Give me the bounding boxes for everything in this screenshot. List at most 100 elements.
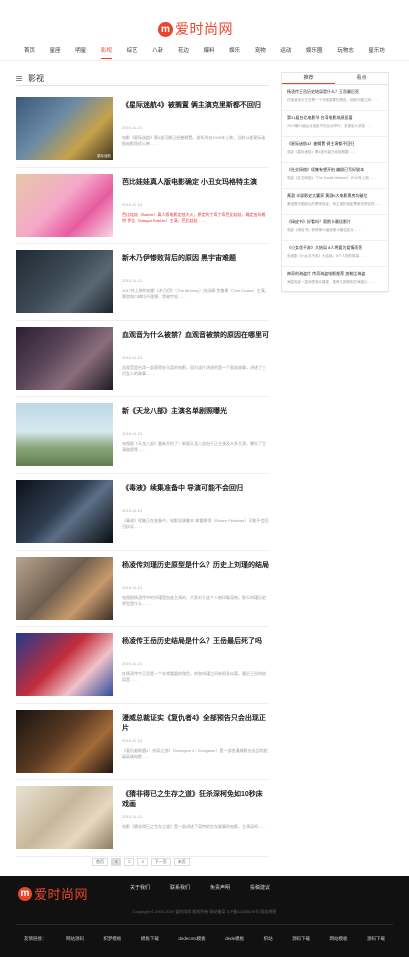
pagination-next[interactable]: 下一页 <box>150 858 171 866</box>
friend-link[interactable]: dedecms模板 <box>178 936 205 942</box>
nav-item[interactable]: 明星 <box>75 44 86 58</box>
friend-link[interactable]: dede模板 <box>225 936 244 942</box>
article-date: 2019-11-21 <box>122 201 143 207</box>
article-title[interactable]: 《星际迷航4》被搁置 俩主演克里斯都不回归 <box>122 101 269 121</box>
nav-item[interactable]: 花边 <box>178 44 189 58</box>
sidebar-item-title[interactable]: 《星际迷航4》被搁置 俩主演都不回归 <box>287 141 383 147</box>
friend-link[interactable]: 源码下载 <box>292 936 310 942</box>
article-title[interactable]: 新木乃伊惨败背后的原因 黑宇宙难题 <box>122 254 269 274</box>
article-thumbnail[interactable]: 星际迷航 <box>16 97 113 160</box>
article-item[interactable]: 新《天龙八部》主演名单剧照曝光 2019-11-21 电视剧《天龙八部》重新开拍了！… <box>16 397 269 474</box>
logo-mark-icon: m <box>158 21 173 37</box>
article-title[interactable]: 芭比娃娃真人版电影确定 小丑女玛格特主演 <box>122 178 269 198</box>
footer-link-contact[interactable]: 联系我们 <box>170 884 190 891</box>
article-thumbnail[interactable] <box>16 326 113 390</box>
sidebar-item-title[interactable]: 黄渤 半部影史大赢家 黄渤6大电影票房均破亿 <box>287 193 383 199</box>
pagination-page-3[interactable]: 3 <box>137 858 148 866</box>
article-item[interactable]: 漫威总裁证实《复仇者4》全部预告只会出现正片 2019-11-21 《复仇者联盟4：… <box>16 704 269 781</box>
nav-item[interactable]: 爆料 <box>203 44 214 58</box>
article-title[interactable]: 杨凌传刘瑾历史原型是什么？历史上刘瑾的结局 <box>122 561 269 581</box>
article-title[interactable]: 《毒液》续集准备中 导演可能不会回归 <box>122 484 269 504</box>
friend-link[interactable]: 模板下载 <box>141 936 159 942</box>
sidebar-item[interactable]: 《星际迷航4》被搁置 俩主演都不回归 电影《星际迷航》第4部可能已经被搁置…… <box>282 137 388 163</box>
article-thumbnail[interactable] <box>16 403 113 467</box>
sidebar-item-title[interactable]: 《小女花不弃》大结局 8人将要为爱情而死 <box>287 245 383 251</box>
article-thumbnail[interactable] <box>16 250 113 314</box>
sidebar-item-title[interactable]: 第21届台北电影节 台湾电影成绩显著 <box>287 115 383 121</box>
footer-link-about[interactable]: 关于我们 <box>130 884 150 891</box>
nav-item[interactable]: 影视 <box>100 44 112 59</box>
tab-highlights[interactable]: 看点 <box>335 73 388 84</box>
article-summary: 《毒液》续集正在准备中，电影导演鲁本·弗雷斯彻（Ruben Fleischer）… <box>122 517 269 529</box>
article-thumbnail[interactable] <box>16 479 113 543</box>
nav-item[interactable]: 娱乐圈 <box>306 44 323 58</box>
sidebar-item-title[interactable]: 《绿皮书》好看吗？奥斯卡最佳影片 <box>287 219 383 225</box>
footer-logo[interactable]: m 爱时尚网 <box>18 884 88 903</box>
nav-item[interactable]: 综艺 <box>127 44 138 58</box>
nav-item[interactable]: 星乐坊 <box>368 44 385 58</box>
article-item[interactable]: 芭比娃娃真人版电影确定 小丑女玛格特主演 2019-11-21 芭比娃娃（Barbi… <box>16 168 269 245</box>
article-title[interactable]: 杨凌传王岳历史结局是什么？王岳最后死了吗 <box>122 637 269 657</box>
site-logo[interactable]: m 爱时尚网 <box>158 19 233 39</box>
article-thumbnail[interactable] <box>16 173 113 237</box>
article-title[interactable]: 漫威总裁证实《复仇者4》全部预告只会出现正片 <box>122 714 269 734</box>
friend-link[interactable]: 织梦模板 <box>103 936 121 942</box>
article-date: 2019-11-21 <box>122 507 143 513</box>
nav-item[interactable]: 星座 <box>50 44 61 58</box>
sidebar-item-title[interactable]: 杨凌传王岳历史结局是什么？王岳最后死 <box>287 89 383 95</box>
sidebar-item-title[interactable]: 《社交网络》续集有望开拍 编剧已写好剧本 <box>287 167 383 173</box>
sidebar-item-title[interactable]: 神奇的海盗片 传奇海盗电影推荐 加勒比海盗 <box>287 271 383 277</box>
article-summary: 在杨凌传中王岳是一个非常重要的角色，他和刘瑾之间有很多纠葛，最后王岳的结局是…… <box>122 671 266 683</box>
sidebar-item-summary: 电视剧《小女花不弃》大结局，8个人物的故事…… <box>287 254 366 258</box>
section-title: 影视 <box>28 74 44 83</box>
sidebar-item[interactable]: 杨凌传王岳历史结局是什么？王岳最后死 在杨凌传中王岳是一个非常重要的角色，他和刘瑾… <box>282 85 388 111</box>
sidebar-item[interactable]: 神奇的海盗片 传奇海盗电影推荐 加勒比海盗 海盗电影一直深受观众喜爱，推荐几部精彩… <box>282 267 388 293</box>
pagination-page-2[interactable]: 2 <box>124 858 135 866</box>
friend-link[interactable]: 网站模板 <box>330 936 348 942</box>
article-item[interactable]: 星际迷航 《星际迷航4》被搁置 俩主演克里斯都不回归 2019-11-21 电影《星际… <box>16 91 269 168</box>
sidebar-item-summary: 电影《星际迷航》第4部可能已经被搁置…… <box>287 150 356 154</box>
pagination: 首页 1 2 3 下一页 末页 <box>92 858 190 866</box>
article-item[interactable]: 《毒液》续集准备中 导演可能不会回归 2019-11-21 《毒液》续集正在准备中，… <box>16 474 269 551</box>
nav-item[interactable]: 娱乐 <box>229 44 240 58</box>
pagination-page-1[interactable]: 1 <box>111 858 122 866</box>
article-thumbnail[interactable] <box>16 633 113 697</box>
nav-item[interactable]: 运动 <box>280 44 291 58</box>
sidebar-item[interactable]: 《社交网络》续集有望开拍 编剧已写好剧本 电影《社交网络》（The Social … <box>282 163 388 189</box>
article-summary: 电视剧《天龙八部》重新开拍了！新版天龙八部由于正主演及众多主演，曝光了主演剧照等… <box>122 441 266 453</box>
article-item[interactable]: 新木乃伊惨败背后的原因 黑宇宙难题 2019-11-21 2017年上映的电影《木乃… <box>16 244 269 321</box>
article-date: 2019-11-21 <box>122 661 143 667</box>
article-title[interactable]: 《猜非得已之生存之道》狂杀深柯免如10秒床戏画 <box>122 790 269 810</box>
sidebar-item[interactable]: 《绿皮书》好看吗？奥斯卡最佳影片 电影《绿皮书》获得第91届奥斯卡最佳影片…… <box>282 215 388 241</box>
article-item[interactable]: 血观音为什么被禁？血观音被禁的原因在哪里可 2019-11-21 血观音是台湾一部获… <box>16 321 269 398</box>
friend-links: 友情链接： 网站源码 织梦模板 模板下载 dedecms模板 dede模板 织站 源码下载 网… <box>24 936 385 942</box>
article-title[interactable]: 新《天龙八部》主演名单剧照曝光 <box>122 407 269 427</box>
article-meta: 血观音为什么被禁？血观音被禁的原因在哪里可 2019-11-21 血观音是台湾一部获… <box>122 327 269 397</box>
article-title[interactable]: 血观音为什么被禁？血观音被禁的原因在哪里可 <box>122 331 269 351</box>
sidebar-item[interactable]: 《小女花不弃》大结局 8人将要为爱情而死 电视剧《小女花不弃》大结局，8个人物的故… <box>282 241 388 267</box>
friend-links-label: 友情链接： <box>24 936 47 941</box>
nav-item[interactable]: 宠物 <box>255 44 266 58</box>
sidebar-item[interactable]: 黄渤 半部影史大赢家 黄渤6大电影票房均破亿 黄渤是中国影坛的票房保证，他主演的电… <box>282 189 388 215</box>
article-thumbnail[interactable] <box>16 556 113 620</box>
logo-text: 爱时尚网 <box>175 22 233 38</box>
sidebar-list: 杨凌传王岳历史结局是什么？王岳最后死 在杨凌传中王岳是一个非常重要的角色，他和刘瑾… <box>282 85 388 293</box>
article-thumbnail[interactable] <box>16 709 113 773</box>
article-item[interactable]: 《猜非得已之生存之道》狂杀深柯免如10秒床戏画 2019-11-21 电影《猜非得已… <box>16 780 269 857</box>
footer-link-disclaimer[interactable]: 免责声明 <box>210 884 230 891</box>
friend-link[interactable]: 源码下载 <box>367 936 385 942</box>
pagination-last[interactable]: 末页 <box>173 858 190 866</box>
article-item[interactable]: 杨凌传王岳历史结局是什么？王岳最后死了吗 2019-11-21 在杨凌传中王岳是一个… <box>16 627 269 704</box>
article-item[interactable]: 杨凌传刘瑾历史原型是什么？历史上刘瑾的结局 2019-11-21 电视剧杨凌传中的刘… <box>16 551 269 628</box>
nav-item[interactable]: 首页 <box>24 44 35 58</box>
friend-link[interactable]: 织站 <box>264 936 273 942</box>
article-meta: 杨凌传刘瑾历史原型是什么？历史上刘瑾的结局 2019-11-21 电视剧杨凌传中的刘… <box>122 557 269 627</box>
sidebar-item[interactable]: 第21届台北电影节 台湾电影成绩显著 2019第21届台北电影节在台北举行，多部影… <box>282 111 388 137</box>
pagination-first[interactable]: 首页 <box>92 858 108 866</box>
footer-link-submit[interactable]: 投稿建议 <box>250 884 270 891</box>
article-thumbnail[interactable] <box>16 786 113 850</box>
nav-item[interactable]: 玩物志 <box>337 44 354 58</box>
nav-item[interactable]: 八卦 <box>152 44 163 58</box>
friend-link[interactable]: 网站源码 <box>66 936 84 942</box>
tab-recommend[interactable]: 推荐 <box>282 73 335 84</box>
